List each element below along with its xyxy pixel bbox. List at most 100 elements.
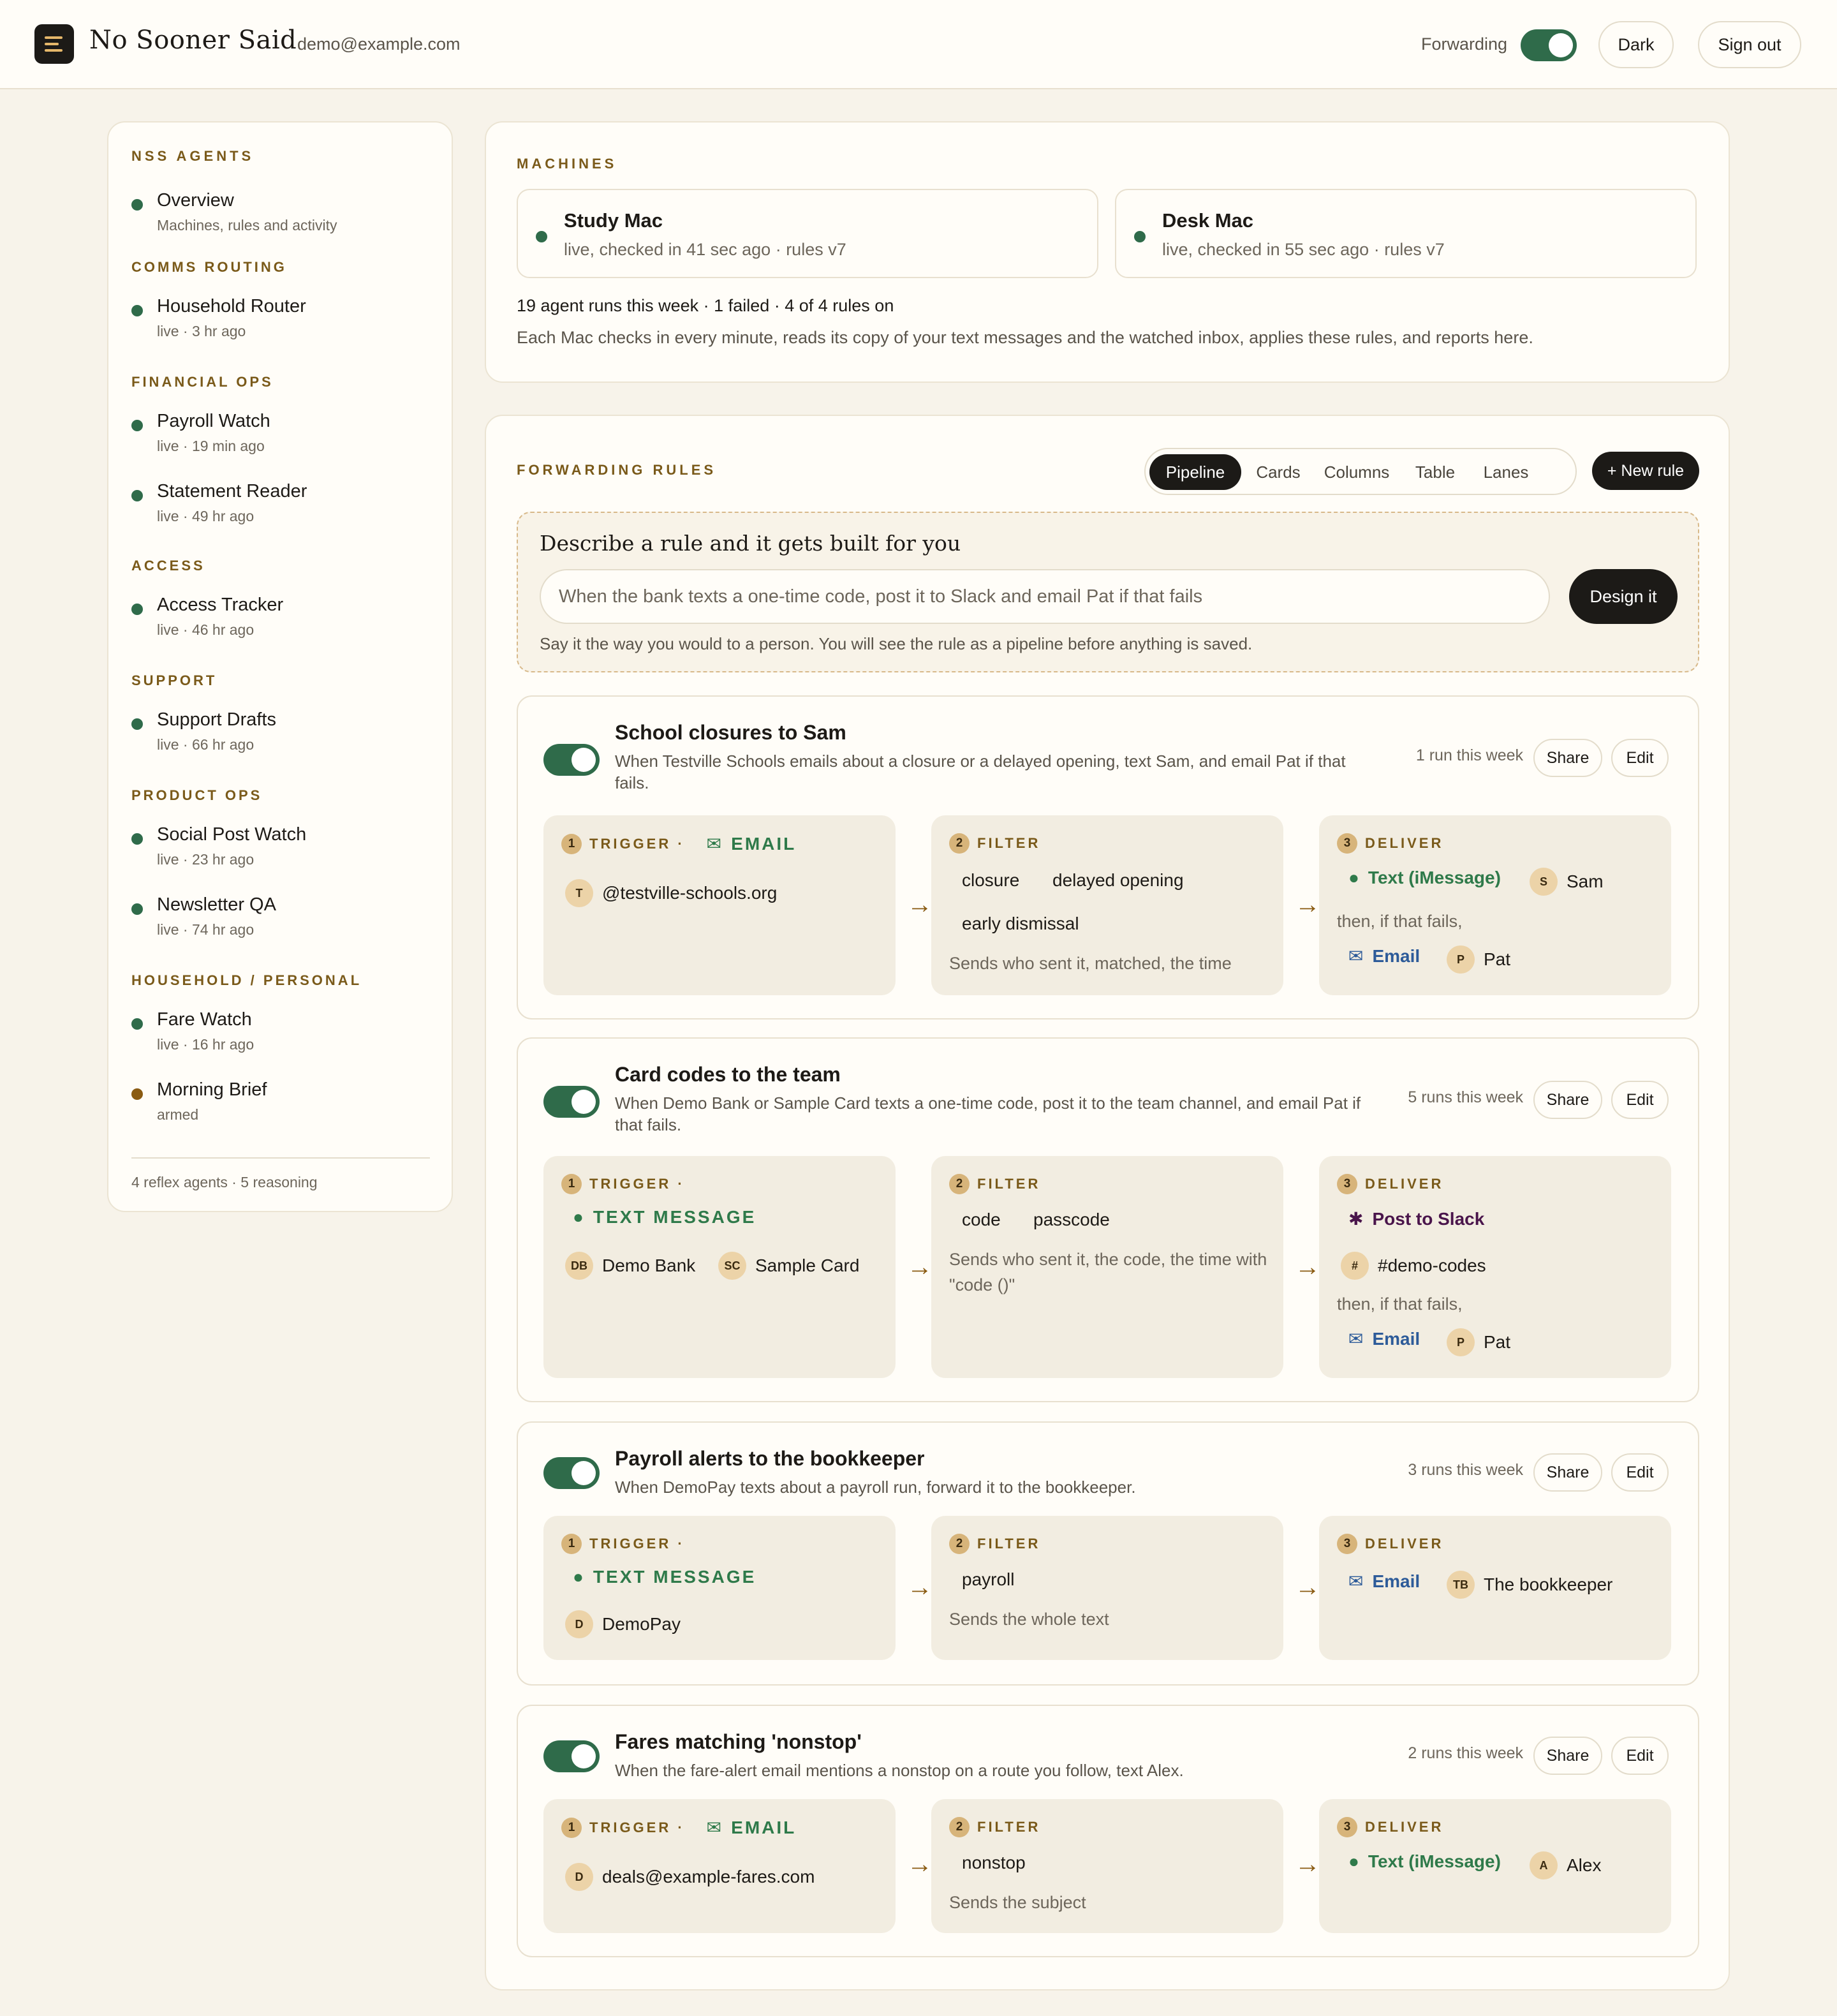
deliver-stage: 3 DELIVER ● Text (iMessage) S Sam then, if …	[1319, 815, 1671, 995]
step-number: 2	[949, 1534, 970, 1554]
sidebar-footer: 4 reflex agents · 5 reasoning	[131, 1174, 318, 1190]
status-dot	[131, 420, 143, 431]
slack-icon: ✱	[1348, 1209, 1364, 1229]
share-button[interactable]: Share	[1533, 1081, 1602, 1119]
status-dot	[131, 305, 143, 316]
menu-icon[interactable]	[34, 24, 74, 64]
tab-lanes[interactable]: Lanes	[1471, 454, 1541, 490]
machine-card-study-mac[interactable]: Study Mac live, checked in 41 sec ago · …	[517, 189, 1098, 278]
rule-description-input[interactable]: When the bank texts a one-time code, pos…	[540, 569, 1550, 624]
rule-toggle[interactable]	[543, 1086, 600, 1118]
email-channel: ✉ EMAIL	[706, 1817, 797, 1838]
rule-card: School closures to Sam When Testville Sc…	[517, 695, 1699, 1019]
chat-bubble-icon: ●	[573, 1207, 586, 1227]
trigger-stage: 1 TRIGGER · ✉ EMAIL Ddeals@example-fares.c…	[543, 1799, 896, 1933]
stage-label: DELIVER	[1365, 835, 1444, 851]
rule-description: When the fare-alert email mentions a non…	[615, 1761, 1184, 1780]
text-message-channel: ● TEXT MESSAGE	[573, 1207, 756, 1227]
dark-mode-button[interactable]: Dark	[1598, 21, 1674, 68]
deliver-stage: 3 DELIVER ✉ Email TB The bookkeeper	[1319, 1516, 1671, 1660]
status-dot	[536, 231, 547, 242]
sidebar-item-label: Household Router	[157, 296, 306, 316]
rule-card: Card codes to the team When Demo Bank or…	[517, 1037, 1699, 1402]
rule-toggle[interactable]	[543, 744, 600, 776]
sidebar-item-label: Morning Brief	[157, 1079, 267, 1100]
sidebar-item-label: Payroll Watch	[157, 411, 270, 431]
hash-icon: #	[1341, 1252, 1369, 1280]
rule-description: When DemoPay texts about a payroll run, …	[615, 1478, 1136, 1497]
arrow-right-icon: →	[1295, 1573, 1320, 1601]
avatar: P	[1447, 945, 1475, 974]
chat-bubble-icon: ●	[573, 1567, 586, 1587]
share-button[interactable]: Share	[1533, 1737, 1602, 1775]
sidebar-item-label: Social Post Watch	[157, 824, 307, 845]
sidebar-item-sub: live · 46 hr ago	[157, 621, 255, 638]
rule-title: Payroll alerts to the bookkeeper	[615, 1447, 925, 1470]
trigger-sender: DB Demo Bank	[565, 1252, 695, 1280]
forwarding-toggle[interactable]	[1521, 29, 1577, 61]
sidebar-section-label: SUPPORT	[131, 672, 218, 688]
top-bar: No Sooner Said demo@example.com Forwardi…	[0, 0, 1837, 89]
envelope-icon: ✉	[1348, 1329, 1364, 1349]
edit-button[interactable]: Edit	[1611, 1453, 1669, 1492]
trigger-stage: 1 TRIGGER · ● TEXT MESSAGE D DemoPay	[543, 1516, 896, 1660]
fallback-note: then, if that fails,	[1337, 912, 1463, 931]
forwarding-rules-card: FORWARDING RULES Pipeline Cards Columns …	[485, 415, 1730, 1990]
share-button[interactable]: Share	[1533, 1453, 1602, 1492]
filter-note: Sends the subject	[949, 1893, 1086, 1912]
status-dot	[1134, 231, 1146, 242]
machine-name: Study Mac	[564, 209, 663, 232]
tab-columns[interactable]: Columns	[1315, 454, 1398, 490]
stage-label: FILTER	[977, 1819, 1041, 1835]
deliver-stage: 3 DELIVER ● Text (iMessage) A Alex	[1319, 1799, 1671, 1933]
machine-card-desk-mac[interactable]: Desk Mac live, checked in 55 sec ago · r…	[1115, 189, 1697, 278]
tab-table[interactable]: Table	[1403, 454, 1467, 490]
rule-description: When Testville Schools emails about a cl…	[615, 752, 1346, 792]
account-email: demo@example.com	[297, 34, 461, 54]
designer-heading: Describe a rule and it gets built for yo…	[540, 531, 961, 556]
fallback-note: then, if that fails,	[1337, 1294, 1463, 1314]
stage-label: TRIGGER ·	[589, 1819, 685, 1835]
envelope-icon: ✉	[1348, 946, 1364, 966]
edit-button[interactable]: Edit	[1611, 1081, 1669, 1119]
status-dot	[131, 718, 143, 730]
envelope-icon: ✉	[706, 834, 724, 854]
sidebar-item-sub: armed	[157, 1106, 199, 1123]
rule-title: Fares matching 'nonstop'	[615, 1730, 862, 1753]
sidebar-item-label: Support Drafts	[157, 709, 276, 730]
deliver-primary: ● Text (iMessage)	[1348, 1851, 1501, 1871]
new-rule-button[interactable]: + New rule	[1592, 452, 1699, 490]
rule-description: When Demo Bank or Sample Card texts a on…	[615, 1093, 1361, 1134]
share-button[interactable]: Share	[1533, 739, 1602, 777]
deliver-primary: ✉ Email	[1348, 1571, 1420, 1592]
deliver-fallback: ✉ Email	[1348, 945, 1420, 967]
edit-button[interactable]: Edit	[1611, 739, 1669, 777]
filter-stage: 2 FILTER closure delayed opening early di…	[931, 815, 1283, 995]
trigger-sender: D DemoPay	[565, 1610, 681, 1638]
sidebar-item-sub: live · 19 min ago	[157, 438, 265, 454]
sidebar-section-label: HOUSEHOLD / PERSONAL	[131, 972, 362, 988]
sign-out-button[interactable]: Sign out	[1698, 21, 1801, 68]
rule-toggle[interactable]	[543, 1457, 600, 1489]
filter-stage: 2 FILTER nonstop Sends the subject	[931, 1799, 1283, 1933]
rule-toggle[interactable]	[543, 1740, 600, 1772]
sidebar-item-sub: live · 74 hr ago	[157, 921, 255, 938]
status-dot	[131, 1018, 143, 1030]
envelope-icon: ✉	[706, 1818, 724, 1837]
deliver-primary: ● Text (iMessage)	[1348, 868, 1501, 887]
sidebar-item-label: Statement Reader	[157, 481, 307, 501]
design-it-button[interactable]: Design it	[1569, 569, 1678, 624]
tab-cards[interactable]: Cards	[1246, 454, 1310, 490]
step-number: 1	[561, 1817, 582, 1838]
sidebar-item-sub: live · 16 hr ago	[157, 1036, 255, 1053]
edit-button[interactable]: Edit	[1611, 1737, 1669, 1775]
recipient: P Pat	[1447, 945, 1510, 974]
tab-pipeline[interactable]: Pipeline	[1149, 454, 1241, 490]
view-tabs: Pipeline Cards Columns Table Lanes	[1144, 448, 1577, 495]
trigger-sender: T @testville-schools.org	[565, 879, 777, 907]
text-message-channel: ● TEXT MESSAGE	[573, 1567, 756, 1587]
step-number: 2	[949, 833, 970, 854]
sidebar-item-label: Overview	[157, 190, 234, 211]
status-dot	[131, 1088, 143, 1100]
arrow-right-icon: →	[907, 1253, 933, 1281]
